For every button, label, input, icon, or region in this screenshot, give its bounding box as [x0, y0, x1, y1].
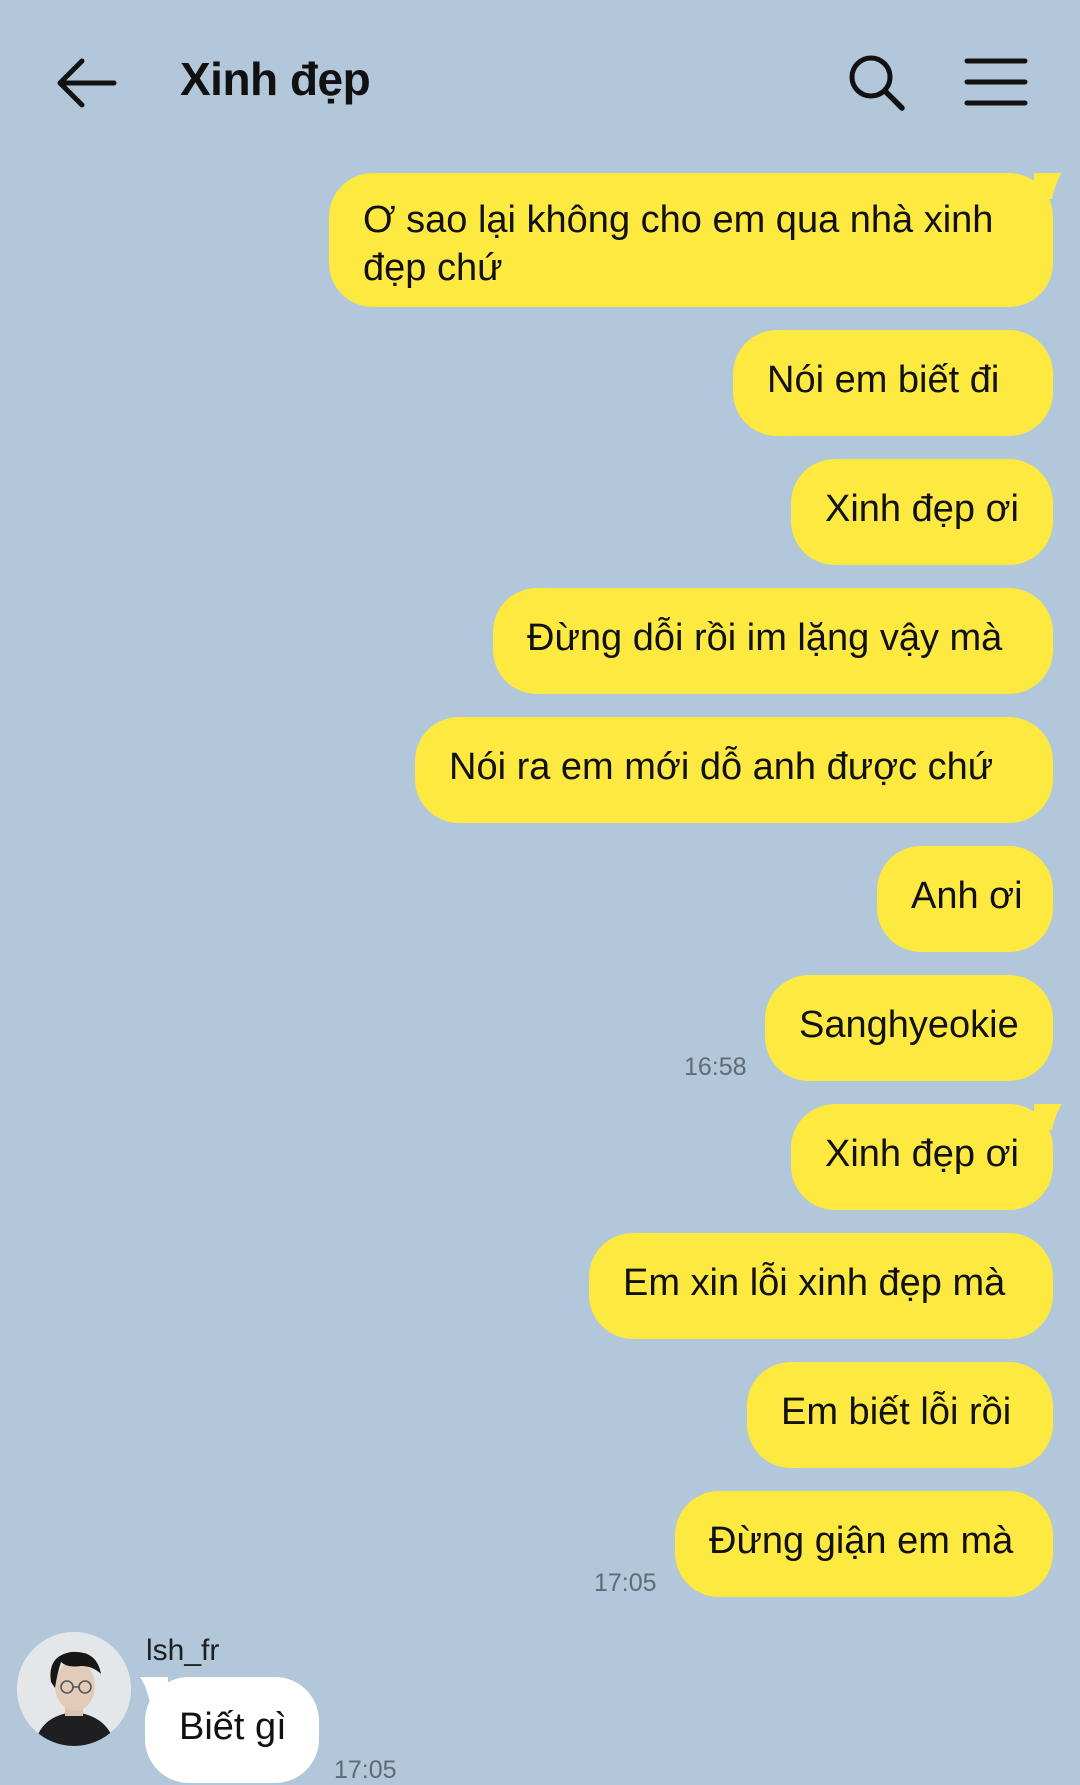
- sender-name: lsh_fr: [146, 1634, 220, 1667]
- outgoing-message[interactable]: Xinh đẹp ơi: [791, 1104, 1053, 1210]
- outgoing-message[interactable]: Xinh đẹp ơi: [791, 459, 1053, 565]
- bubble-tail: [1034, 1104, 1062, 1130]
- avatar[interactable]: [17, 1632, 131, 1746]
- message-text: Anh ơi: [911, 875, 1023, 917]
- message-timestamp: 17:05: [594, 1569, 657, 1597]
- outgoing-message[interactable]: Nói em biết đi: [733, 330, 1053, 436]
- message-text: Em xin lỗi xinh đẹp mà: [623, 1262, 1006, 1304]
- incoming-message[interactable]: Biết gì: [145, 1677, 319, 1783]
- message-text: Em biết lỗi rồi: [781, 1391, 1012, 1433]
- message-text: Xinh đẹp ơi: [825, 488, 1019, 530]
- message-timestamp: 17:05: [334, 1756, 397, 1784]
- message-text: Sanghyeokie: [799, 1004, 1019, 1046]
- outgoing-message[interactable]: Đừng dỗi rồi im lặng vậy mà: [493, 588, 1053, 694]
- outgoing-message[interactable]: Em biết lỗi rồi: [747, 1362, 1053, 1468]
- outgoing-message[interactable]: Anh ơi: [877, 846, 1053, 952]
- message-text: Xinh đẹp ơi: [825, 1133, 1019, 1175]
- outgoing-message[interactable]: Đừng giận em mà: [675, 1491, 1053, 1597]
- outgoing-message[interactable]: Ơ sao lại không cho em qua nhà xinh đẹp …: [329, 173, 1053, 307]
- message-timestamp: 16:58: [684, 1053, 747, 1081]
- profile-photo: [17, 1632, 131, 1746]
- outgoing-message[interactable]: Nói ra em mới dỗ anh được chứ: [415, 717, 1053, 823]
- bubble-tail: [140, 1677, 168, 1703]
- outgoing-message[interactable]: Em xin lỗi xinh đẹp mà: [589, 1233, 1053, 1339]
- message-text: Nói ra em mới dỗ anh được chứ: [449, 746, 994, 788]
- message-text: Nói em biết đi: [767, 359, 1000, 401]
- message-text: Đừng dỗi rồi im lặng vậy mà: [527, 617, 1003, 659]
- outgoing-message[interactable]: Sanghyeokie: [765, 975, 1053, 1081]
- message-text: Biết gì: [179, 1706, 287, 1748]
- message-text: Đừng giận em mà: [709, 1520, 1014, 1562]
- message-text: Ơ sao lại không cho em qua nhà xinh đẹp …: [363, 199, 994, 289]
- bubble-tail: [1034, 173, 1062, 199]
- message-list[interactable]: Ơ sao lại không cho em qua nhà xinh đẹp …: [0, 0, 1080, 1784]
